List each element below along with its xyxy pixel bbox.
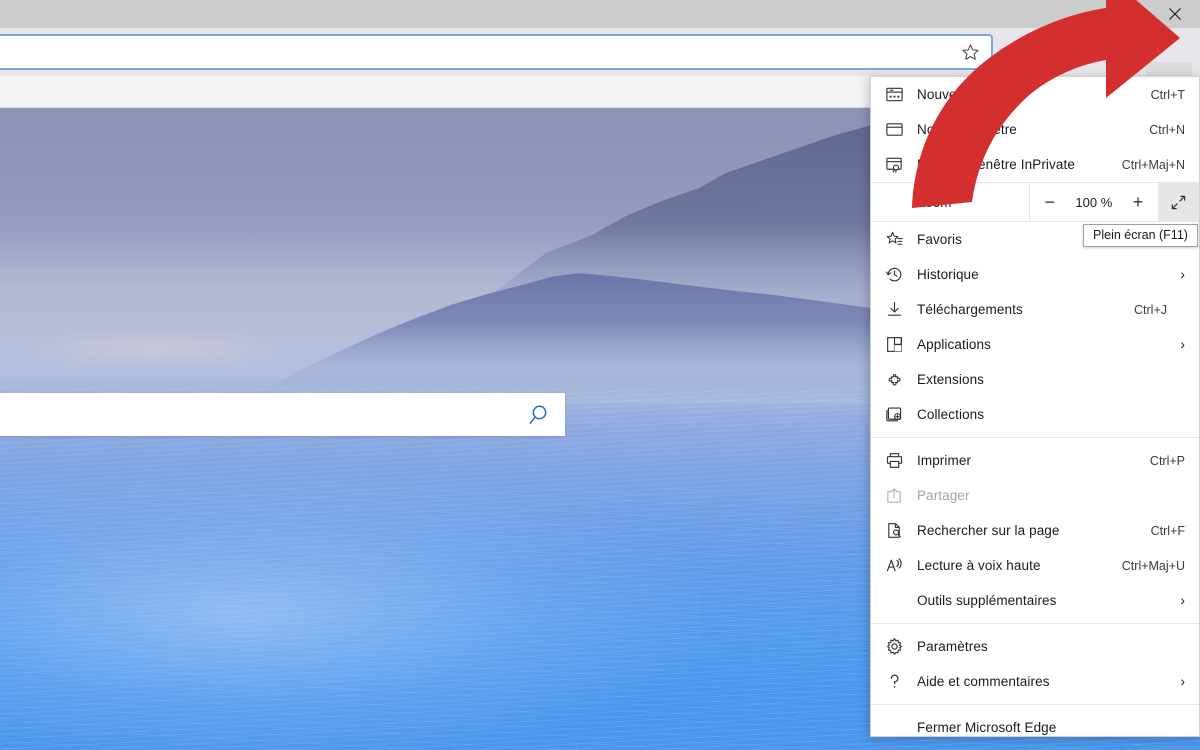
menu-item-help-feedback[interactable]: Aide et commentaires › [871,664,1199,699]
inprivate-icon [871,147,917,182]
close-button[interactable] [1152,0,1198,28]
browser-window: Nouvel onglet Ctrl+T Nouvelle fenêtre Ct… [0,0,1200,750]
menu-item-label: Lecture à voix haute [917,558,1112,573]
menu-item-read-aloud[interactable]: Lecture à voix haute Ctrl+Maj+U [871,548,1199,583]
close-icon [1168,7,1182,21]
menu-item-inprivate-window[interactable]: Nouvelle fenêtre InPrivate Ctrl+Maj+N [871,147,1199,182]
menu-item-new-tab[interactable]: Nouvel onglet Ctrl+T [871,77,1199,112]
new-tab-icon [871,77,917,112]
zoom-label: Zoom [871,183,1029,221]
favorite-button[interactable] [957,39,983,65]
menu-item-downloads[interactable]: Téléchargements Ctrl+J [871,292,1199,327]
menu-item-label: Fermer Microsoft Edge [917,720,1185,735]
menu-item-label: Imprimer [917,453,1140,468]
restore-icon [1122,7,1136,21]
extensions-icon [871,362,917,397]
print-icon [871,443,917,478]
menu-item-label: Paramètres [917,639,1157,654]
menu-separator [871,623,1199,624]
menu-item-accel: Ctrl+T [1151,88,1185,102]
find-icon [871,513,917,548]
zoom-controls: − 100 % + [1029,183,1199,221]
spacer-icon [871,583,917,618]
chevron-right-icon: › [1167,674,1185,689]
menu-item-label: Historique [917,267,1157,282]
settings-icon [871,629,917,664]
new-window-icon [871,112,917,147]
menu-item-label: Extensions [917,372,1157,387]
fullscreen-tooltip: Plein écran (F11) [1083,224,1198,247]
menu-item-accel: Ctrl+P [1150,454,1185,468]
menu-item-label: Partager [917,488,1175,503]
menu-item-label: Nouvelle fenêtre [917,122,1139,137]
edge-settings-menu: Nouvel onglet Ctrl+T Nouvelle fenêtre Ct… [870,76,1200,737]
menu-separator [871,704,1199,705]
menu-item-label: Outils supplémentaires [917,593,1157,608]
menu-item-accel: Ctrl+Maj+U [1122,559,1185,573]
readaloud-icon [871,548,917,583]
downloads-icon [871,292,917,327]
menu-item-new-window[interactable]: Nouvelle fenêtre Ctrl+N [871,112,1199,147]
history-icon [871,257,917,292]
menu-item-accel: Ctrl+N [1149,123,1185,137]
favorites-icon [871,222,917,257]
fullscreen-button[interactable] [1158,183,1199,221]
menu-item-apps[interactable]: Applications › [871,327,1199,362]
zoom-out-button[interactable]: − [1030,183,1069,221]
search-icon [525,402,551,428]
browser-toolbar [0,28,1200,76]
apps-icon [871,327,917,362]
menu-item-label: Rechercher sur la page [917,523,1141,538]
menu-item-collections[interactable]: Collections [871,397,1199,432]
zoom-in-button[interactable]: + [1118,183,1157,221]
search-button[interactable] [511,393,565,436]
water-highlight [0,468,700,750]
chevron-right-icon: › [1167,267,1185,282]
menu-item-accel: Ctrl+Maj+N [1122,158,1185,172]
zoom-value: 100 % [1069,195,1118,210]
menu-item-find-on-page[interactable]: Rechercher sur la page Ctrl+F [871,513,1199,548]
menu-item-history[interactable]: Historique › [871,257,1199,292]
menu-item-extensions[interactable]: Extensions [871,362,1199,397]
menu-item-settings[interactable]: Paramètres [871,629,1199,664]
star-icon [961,43,980,62]
help-icon [871,664,917,699]
restore-button[interactable] [1106,0,1152,28]
fullscreen-icon [1170,194,1187,211]
menu-item-print[interactable]: Imprimer Ctrl+P [871,443,1199,478]
menu-item-label: Aide et commentaires [917,674,1157,689]
menu-item-accel: Ctrl+F [1151,524,1185,538]
menu-item-more-tools[interactable]: Outils supplémentaires › [871,583,1199,618]
zoom-row: Zoom − 100 % + [871,182,1199,222]
address-bar[interactable] [0,34,993,70]
chevron-right-icon: › [1167,593,1185,608]
chevron-right-icon: › [1167,337,1185,352]
collections-icon [871,397,917,432]
search-input[interactable] [0,393,511,436]
menu-item-label: Nouvel onglet [917,87,1141,102]
menu-item-share: Partager [871,478,1199,513]
title-bar [0,0,1200,28]
menu-item-accel: Ctrl+J [1134,303,1167,317]
menu-item-label: Nouvelle fenêtre InPrivate [917,157,1112,172]
menu-item-close-edge[interactable]: Fermer Microsoft Edge [871,710,1199,737]
newtab-search-box[interactable] [0,393,565,436]
menu-item-label: Collections [917,407,1157,422]
menu-item-label: Téléchargements [917,302,1124,317]
menu-separator [871,437,1199,438]
share-icon [871,478,917,513]
menu-item-label: Applications [917,337,1157,352]
spacer-icon [871,710,917,737]
